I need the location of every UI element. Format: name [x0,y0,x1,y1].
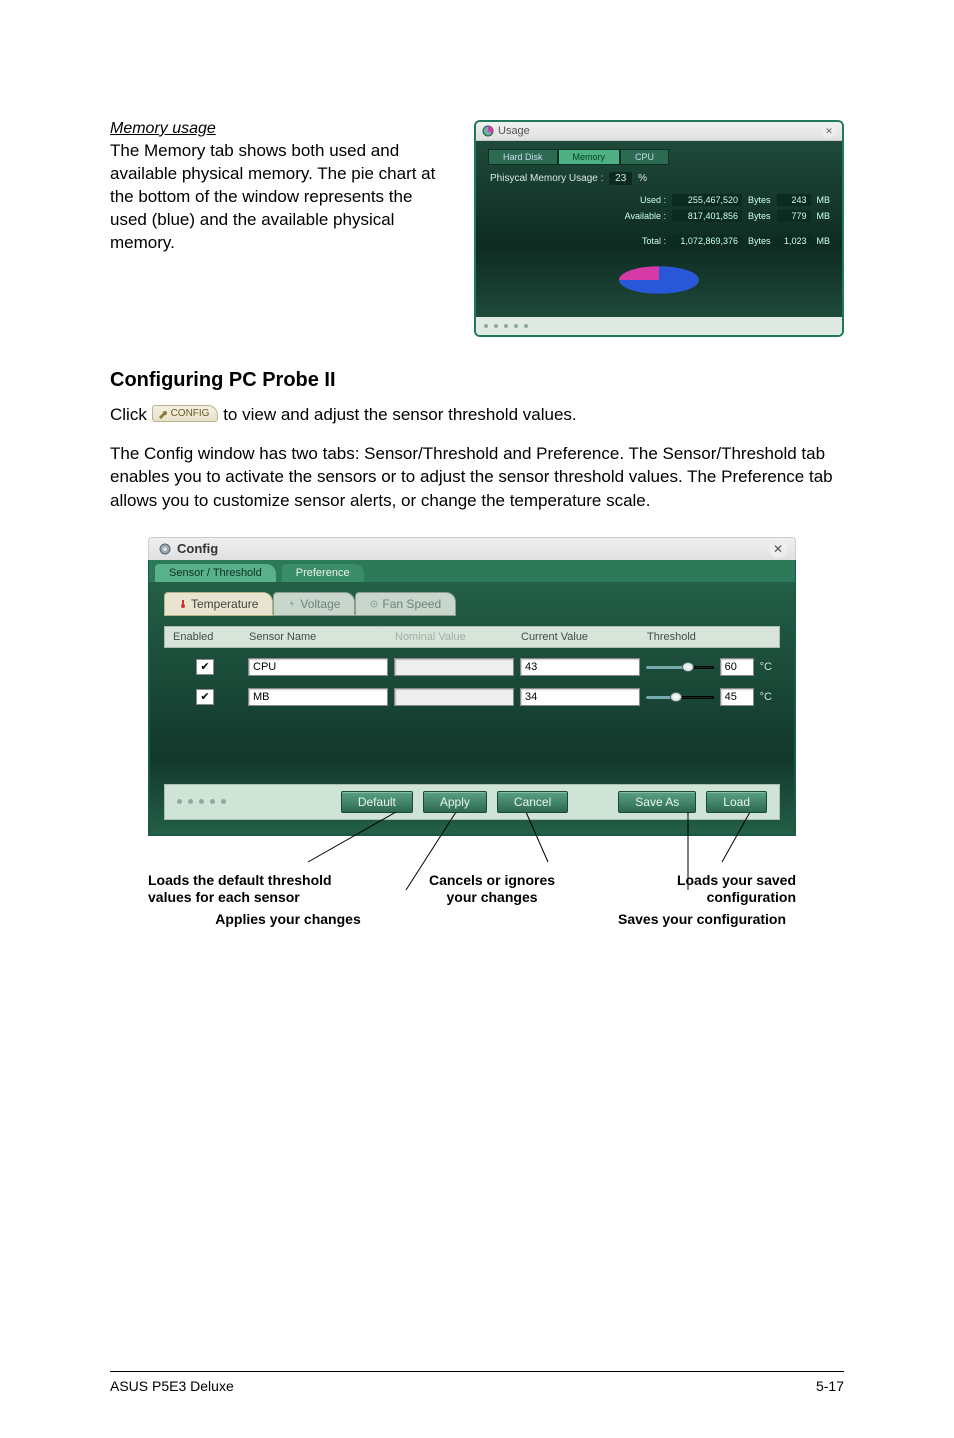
usage-total-mb: 1,023 [777,235,811,247]
memory-usage-heading: Memory usage [110,120,450,138]
col-enabled: Enabled [173,631,243,643]
enabled-checkbox[interactable]: ✔ [196,689,214,705]
memory-usage-text: The Memory tab shows both used and avail… [110,140,450,255]
usage-footer-dots [476,317,842,335]
fan-icon [370,600,378,608]
config-outer-tabs: Sensor / Threshold Preference [148,560,796,582]
apply-button[interactable]: Apply [423,791,487,813]
close-icon[interactable]: ✕ [822,124,836,138]
callouts: Loads the default threshold values for e… [148,844,796,929]
usage-window-title: Usage [498,125,822,137]
usage-total-label: Total : [612,236,666,246]
usage-total-bytes: 1,072,869,376 [672,235,742,247]
usage-percent-suffix: % [638,173,647,184]
usage-percent-label: Phisycal Memory Usage : 23 % [490,173,830,184]
col-current-value: Current Value [521,631,641,643]
section-heading: Configuring PC Probe II [110,369,844,392]
config-chip[interactable]: CONFIG [152,405,219,422]
nominal-value-field [394,688,514,706]
config-window: Config ✕ Sensor / Threshold Preference T… [148,537,796,836]
tab-sensor-threshold[interactable]: Sensor / Threshold [155,564,276,582]
tab-preference[interactable]: Preference [282,564,364,582]
current-value-field [520,688,640,706]
default-button[interactable]: Default [341,791,413,813]
usage-row-used: Used : 255,467,520 Bytes 243 MB [488,194,830,206]
callout-lines [148,812,796,932]
thermometer-icon [179,600,187,608]
tab-hard-disk[interactable]: Hard Disk [488,149,558,165]
tab-cpu[interactable]: CPU [620,149,669,165]
tab-voltage[interactable]: Voltage [273,592,355,616]
tab-memory[interactable]: Memory [558,149,621,165]
nominal-value-field [394,658,514,676]
threshold-value-field[interactable] [720,688,754,706]
load-button[interactable]: Load [706,791,767,813]
tab-fan-speed[interactable]: Fan Speed [355,592,456,616]
config-grid-body: ✔ °C [164,648,780,724]
usage-used-bytes: 255,467,520 [672,194,742,206]
usage-avail-munit: MB [817,211,831,221]
usage-avail-unit: Bytes [748,211,771,221]
usage-avail-bytes: 817,401,856 [672,210,742,222]
close-icon[interactable]: ✕ [769,540,787,558]
tab-voltage-label: Voltage [300,597,340,611]
bolt-icon [288,600,296,608]
config-grid-header: Enabled Sensor Name Nominal Value Curren… [164,626,780,648]
usage-titlebar: Usage ✕ [476,122,842,141]
cancel-button[interactable]: Cancel [497,791,568,813]
current-value-field [520,658,640,676]
gear-icon [157,541,173,557]
threshold-slider[interactable] [646,690,714,704]
tab-temperature[interactable]: Temperature [164,592,273,616]
footer-right: 5-17 [816,1378,844,1394]
pie-icon [482,125,494,137]
unit-label: °C [760,661,772,673]
sensor-name-field[interactable] [248,688,388,706]
config-paragraph: The Config window has two tabs: Sensor/T… [110,442,844,513]
decorative-dots [177,799,226,804]
save-as-button[interactable]: Save As [618,791,696,813]
usage-total-munit: MB [817,236,831,246]
table-row: ✔ °C [172,688,772,706]
col-threshold: Threshold [647,631,771,643]
click-suffix: to view and adjust the sensor threshold … [223,405,576,424]
usage-used-mb: 243 [777,194,811,206]
usage-percent-value: 23 [609,172,632,185]
unit-label: °C [760,691,772,703]
config-chip-label: CONFIG [171,406,210,421]
config-inner-tabs: Temperature Voltage Fan Speed [164,592,780,616]
usage-row-total: Total : 1,072,869,376 Bytes 1,023 MB [488,235,830,247]
tab-fan-label: Fan Speed [382,597,441,611]
config-window-title: Config [177,541,769,556]
page-footer: ASUS P5E3 Deluxe 5-17 [110,1371,844,1394]
usage-tabs: Hard Disk Memory CPU [488,149,830,165]
usage-percent-prefix: Phisycal Memory Usage : [490,173,603,184]
col-nominal-value: Nominal Value [395,631,515,643]
usage-avail-mb: 779 [777,210,811,222]
usage-avail-label: Available : [612,211,666,221]
usage-window: Usage ✕ Hard Disk Memory CPU Phisycal Me… [474,120,844,337]
click-instruction: Click CONFIG to view and adjust the sens… [110,402,844,428]
tab-temperature-label: Temperature [191,597,258,611]
usage-total-unit: Bytes [748,236,771,246]
threshold-value-field[interactable] [720,658,754,676]
table-row: ✔ °C [172,658,772,676]
enabled-checkbox[interactable]: ✔ [196,659,214,675]
config-titlebar: Config ✕ [148,537,796,560]
click-prefix: Click [110,405,152,424]
sensor-name-field[interactable] [248,658,388,676]
memory-pie-chart [488,251,830,305]
threshold-slider[interactable] [646,660,714,674]
usage-used-label: Used : [612,195,666,205]
wrench-icon [157,409,169,419]
footer-left: ASUS P5E3 Deluxe [110,1378,234,1394]
usage-used-unit: Bytes [748,195,771,205]
col-sensor-name: Sensor Name [249,631,389,643]
usage-used-munit: MB [817,195,831,205]
usage-row-available: Available : 817,401,856 Bytes 779 MB [488,210,830,222]
